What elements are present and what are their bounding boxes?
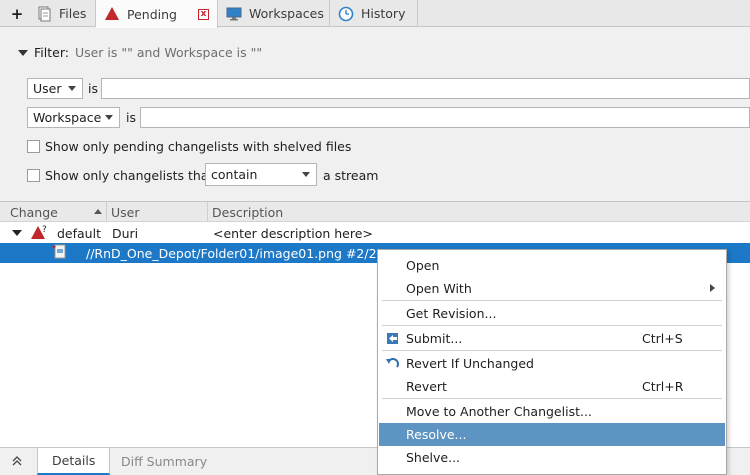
stream-only-label: Show only changelists that xyxy=(45,168,214,183)
collapse-caret-icon xyxy=(18,49,28,56)
table-header: Change User Description xyxy=(0,202,750,222)
menu-item-revert-if-unchanged[interactable]: Revert If Unchanged xyxy=(379,352,725,375)
column-change-label: Change xyxy=(10,204,58,220)
tab-pending-label: Pending xyxy=(127,6,177,22)
filter-label: Filter: xyxy=(34,45,69,60)
tab-diff-summary[interactable]: Diff Summary xyxy=(107,448,221,475)
stream-mode-value: contain xyxy=(211,167,258,182)
menu-item-label: Open With xyxy=(406,281,472,296)
workspace-value-input[interactable] xyxy=(140,107,750,128)
stream-mode-combo[interactable]: contain xyxy=(205,163,317,186)
file-path: //RnD_One_Depot/Folder01/image01.png #2/… xyxy=(86,245,377,261)
tab-pending[interactable]: Pending x xyxy=(96,0,218,28)
changelist-user: Duri xyxy=(112,225,139,241)
tab-details[interactable]: Details xyxy=(37,448,111,475)
user-is-label: is xyxy=(88,81,98,96)
expand-caret-icon[interactable] xyxy=(12,230,22,236)
add-tab-button[interactable]: + xyxy=(6,4,28,24)
revert-arrow-icon xyxy=(385,356,400,371)
menu-item-revert[interactable]: Revert Ctrl+R xyxy=(379,375,725,398)
context-menu: Open Open With Get Revision... Submit...… xyxy=(377,249,727,475)
user-combo-value: User xyxy=(33,81,62,96)
chevron-down-icon xyxy=(302,172,310,177)
tab-workspaces-label: Workspaces xyxy=(249,6,324,21)
image-file-icon xyxy=(52,244,70,264)
menu-item-label: Revert If Unchanged xyxy=(406,356,534,371)
chevron-down-icon xyxy=(68,86,76,91)
tab-history[interactable]: History xyxy=(330,0,418,27)
svg-text:?: ? xyxy=(42,225,47,235)
workspace-filter-combo[interactable]: Workspace xyxy=(27,107,120,128)
menu-separator xyxy=(382,300,722,301)
menu-item-label: Move to Another Changelist... xyxy=(406,404,592,419)
menu-item-label: Open xyxy=(406,258,440,273)
stream-suffix-label: a stream xyxy=(323,168,379,183)
menu-separator xyxy=(382,350,722,351)
menu-item-shortcut: Ctrl+R xyxy=(642,379,684,394)
filter-toggle[interactable]: Filter: User is "" and Workspace is "" xyxy=(18,45,262,60)
menu-item-move-to-changelist[interactable]: Move to Another Changelist... xyxy=(379,400,725,423)
menu-item-submit[interactable]: Submit... Ctrl+S xyxy=(379,327,725,350)
menu-item-shortcut: Ctrl+S xyxy=(642,331,683,346)
column-user-label: User xyxy=(111,204,140,220)
menu-item-label: Get Revision... xyxy=(406,306,497,321)
menu-item-label: Submit... xyxy=(406,331,463,346)
menu-item-get-revision[interactable]: Get Revision... xyxy=(379,302,725,325)
menu-item-shelve[interactable]: Shelve... xyxy=(379,446,725,469)
tab-files[interactable]: Files xyxy=(28,0,96,27)
pending-changelist-icon xyxy=(104,6,120,22)
menu-item-resolve[interactable]: Resolve... xyxy=(379,423,725,446)
submit-icon xyxy=(385,331,400,346)
top-tab-bar: + Files Pending x Workspaces History xyxy=(0,0,750,28)
menu-separator xyxy=(382,325,722,326)
files-icon xyxy=(36,6,52,22)
workspace-monitor-icon xyxy=(226,6,242,22)
submenu-arrow-icon xyxy=(710,284,715,292)
column-description[interactable]: Description xyxy=(208,202,750,222)
tab-workspaces[interactable]: Workspaces xyxy=(218,0,330,27)
menu-item-open[interactable]: Open xyxy=(379,254,725,277)
menu-separator xyxy=(382,398,722,399)
add-tab-label: + xyxy=(10,5,24,23)
close-tab-icon[interactable]: x xyxy=(197,8,209,20)
workspace-combo-value: Workspace xyxy=(33,110,102,125)
workspace-is-label: is xyxy=(126,110,136,125)
pending-changelist-icon: ? xyxy=(31,224,49,244)
user-filter-combo[interactable]: User xyxy=(27,78,83,99)
chevron-down-icon xyxy=(105,115,113,120)
user-value-input[interactable] xyxy=(101,78,750,99)
sort-ascending-icon xyxy=(94,209,102,214)
clock-icon xyxy=(338,6,354,22)
changelist-description: <enter description here> xyxy=(213,225,373,241)
column-change[interactable]: Change xyxy=(6,202,107,222)
shelved-only-label: Show only pending changelists with shelv… xyxy=(45,139,352,154)
filter-panel: Filter: User is "" and Workspace is "" U… xyxy=(0,28,750,200)
table-row[interactable]: ? default Duri <enter description here> xyxy=(0,223,750,243)
tab-details-label: Details xyxy=(52,453,96,468)
filter-summary: User is "" and Workspace is "" xyxy=(74,45,263,60)
column-user[interactable]: User xyxy=(107,202,208,222)
menu-item-label: Revert xyxy=(406,379,447,394)
column-description-label: Description xyxy=(212,204,284,220)
tab-history-label: History xyxy=(361,6,406,21)
changelist-id: default xyxy=(57,225,101,241)
tab-diff-summary-label: Diff Summary xyxy=(121,454,208,469)
stream-only-checkbox[interactable] xyxy=(27,169,40,182)
collapse-panel-icon[interactable] xyxy=(12,455,22,470)
menu-item-label: Resolve... xyxy=(406,427,467,442)
tab-files-label: Files xyxy=(59,6,87,21)
menu-item-open-with[interactable]: Open With xyxy=(379,277,725,300)
menu-item-label: Shelve... xyxy=(406,450,461,465)
shelved-only-checkbox[interactable] xyxy=(27,140,40,153)
